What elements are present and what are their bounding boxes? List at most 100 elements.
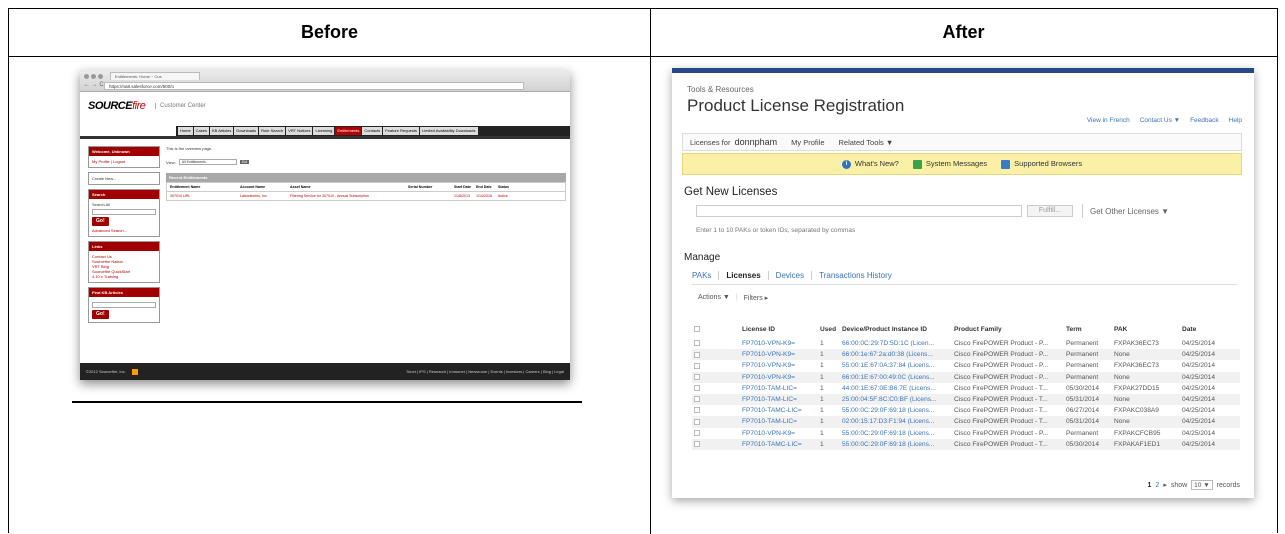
table-row[interactable]: FP7010-VPN-K9= 1 66:00:1e:67:2a:d0:38 (Lic… bbox=[692, 349, 1240, 361]
device-id-link[interactable]: 55:00:0C:29:0F:69:18 (Licens... bbox=[840, 427, 952, 439]
tab-transactions-history[interactable]: Transactions History bbox=[811, 271, 899, 280]
create-new-select[interactable]: Create New... bbox=[89, 173, 159, 184]
tab-paks[interactable]: PAKs bbox=[692, 271, 718, 280]
row-checkbox[interactable] bbox=[692, 360, 740, 372]
row-checkbox[interactable] bbox=[692, 382, 740, 394]
table-row[interactable]: FP7010-TAM-LIC= 1 44:00:1E:67:0E:B6:7E (Li… bbox=[692, 382, 1240, 394]
table-row[interactable]: 307010 URL Laboratories, Inc. Filtering Se… bbox=[167, 192, 565, 200]
row-checkbox[interactable] bbox=[692, 416, 740, 428]
row-checkbox[interactable] bbox=[692, 438, 740, 450]
kb-search-input[interactable] bbox=[92, 302, 156, 308]
menu-item[interactable]: VRT Notices bbox=[286, 127, 313, 135]
sidebar-link[interactable]: 4.10.x Training bbox=[92, 274, 156, 279]
device-id-link[interactable]: 66:00:0C:29:7D:5D:1C (Licen... bbox=[840, 338, 952, 350]
device-id-link[interactable]: 55:00:1E:67:0A:37:84 (Licens... bbox=[840, 360, 952, 372]
fulfill-button[interactable]: Fulfill... bbox=[1027, 205, 1073, 217]
license-id-link[interactable]: FP7010-TAMC-LIC= bbox=[740, 405, 818, 417]
profile-links[interactable]: My Profile | Logout bbox=[89, 156, 159, 167]
tab-devices[interactable]: Devices bbox=[767, 271, 811, 280]
search-scope-select[interactable]: Search All bbox=[92, 202, 156, 207]
select-all-checkbox[interactable] bbox=[692, 320, 740, 338]
nav-arrows-icon[interactable]: ← → C bbox=[84, 82, 104, 88]
menu-item[interactable]: Licensing bbox=[313, 127, 335, 135]
top-link[interactable]: Feedback bbox=[1190, 117, 1219, 124]
pak-input[interactable] bbox=[696, 205, 1022, 217]
url-bar[interactable]: https://na8.salesforce.com/500/o bbox=[104, 82, 524, 90]
row-checkbox[interactable] bbox=[692, 427, 740, 439]
menu-item[interactable]: Entitlements bbox=[335, 127, 362, 135]
table-row[interactable]: FP7010-VPN-K9= 1 55:00:1E:67:0A:37:84 (Lic… bbox=[692, 360, 1240, 372]
table-row[interactable]: FP7010-VPN-K9= 1 66:00:0C:29:7D:5D:1C (Lic… bbox=[692, 338, 1240, 350]
table-cell: 1 bbox=[818, 393, 840, 406]
get-other-licenses-menu[interactable]: Get Other Licenses ▼ bbox=[1090, 207, 1169, 216]
related-tools-menu[interactable]: Related Tools ▼ bbox=[839, 138, 894, 147]
menu-item[interactable]: Feature Requests bbox=[383, 127, 419, 135]
device-id-link[interactable]: 55:00:0C:29:0F:69:18 (Licens... bbox=[840, 438, 952, 450]
menu-item[interactable]: Downloads bbox=[234, 127, 259, 135]
license-id-link[interactable]: FP7010-VPN-K9= bbox=[740, 360, 818, 372]
menu-item[interactable]: Rule Search bbox=[259, 127, 286, 135]
system-messages-link[interactable]: System Messages bbox=[912, 159, 987, 169]
whats-new-link[interactable]: i What's New? bbox=[841, 159, 899, 169]
menu-item[interactable]: Home bbox=[178, 127, 193, 135]
view-select[interactable]: All Entitlements bbox=[178, 159, 237, 165]
table-row[interactable]: FP7010-TAMC-LIC= 1 55:00:0C:29:0F:69:18 (L… bbox=[692, 405, 1240, 417]
table-row[interactable]: FP7010-TAM-LIC= 1 25:00:04:5F:8C:C0:BF (Li… bbox=[692, 393, 1240, 406]
top-link[interactable]: View in French bbox=[1087, 117, 1130, 124]
license-id-link[interactable]: FP7010-TAM-LIC= bbox=[740, 393, 818, 406]
tab-licenses[interactable]: Licenses bbox=[718, 271, 767, 280]
footer-links[interactable]: Snort | IPS | Research | Immunet | Newsr… bbox=[406, 369, 564, 374]
filters-menu[interactable]: Filters ▸ bbox=[744, 294, 769, 302]
browser-tab[interactable]: Entitlements: Home ~ Cus bbox=[110, 72, 200, 80]
license-id-link[interactable]: FP7010-TAM-LIC= bbox=[740, 382, 818, 394]
license-id-link[interactable]: FP7010-VPN-K9= bbox=[740, 371, 818, 383]
top-link[interactable]: Help bbox=[1229, 117, 1242, 124]
device-id-link[interactable]: 25:00:04:5F:8C:C0:BF (Licens... bbox=[840, 393, 952, 406]
search-go-button[interactable]: Go! bbox=[92, 217, 109, 226]
table-row[interactable]: FP7010-TAM-LIC= 1 02:00:15:17:D3:F1:94 (Li… bbox=[692, 416, 1240, 428]
device-id-link[interactable]: 66:00:1e:67:2a:d0:38 (Licens... bbox=[840, 349, 952, 361]
table-row[interactable]: FP7010-TAMC-LIC= 1 55:00:0C:29:0F:69:18 (L… bbox=[692, 438, 1240, 450]
view-go-button[interactable]: Go! bbox=[239, 160, 250, 164]
row-checkbox[interactable] bbox=[692, 338, 740, 350]
top-link[interactable]: Contact Us ▼ bbox=[1140, 117, 1180, 124]
page-2-link[interactable]: 2 bbox=[1155, 482, 1159, 489]
row-checkbox[interactable] bbox=[692, 371, 740, 383]
page-1-link[interactable]: 1 bbox=[1148, 482, 1152, 489]
row-checkbox[interactable] bbox=[692, 393, 740, 406]
column-header[interactable]: Date bbox=[1180, 320, 1240, 338]
device-id-link[interactable]: 66:00:1E:67:00:49:0C (Licens... bbox=[840, 371, 952, 383]
column-header[interactable]: Term bbox=[1064, 320, 1112, 338]
breadcrumb[interactable]: Tools & Resources bbox=[687, 85, 754, 94]
license-id-link[interactable]: FP7010-VPN-K9= bbox=[740, 427, 818, 439]
kb-go-button[interactable]: Go! bbox=[92, 310, 109, 319]
advanced-search-link[interactable]: Advanced Search... bbox=[92, 228, 156, 233]
my-profile-link[interactable]: My Profile bbox=[791, 138, 824, 147]
column-header[interactable]: Product Family bbox=[952, 320, 1064, 338]
license-id-link[interactable]: FP7010-VPN-K9= bbox=[740, 349, 818, 361]
license-id-link[interactable]: FP7010-TAMC-LIC= bbox=[740, 438, 818, 450]
next-page-icon[interactable]: ▸ bbox=[1163, 481, 1167, 489]
device-id-link[interactable]: 44:00:1E:67:0E:B6:7E (Licens... bbox=[840, 382, 952, 394]
rss-icon[interactable] bbox=[131, 368, 138, 375]
column-header[interactable]: Device/Product Instance ID bbox=[840, 320, 952, 338]
column-header[interactable]: Used bbox=[818, 320, 840, 338]
menu-item[interactable]: Cases bbox=[193, 127, 210, 135]
menu-item[interactable]: KB Articles bbox=[210, 127, 234, 135]
menu-item[interactable]: Limited Availability Downloads bbox=[420, 127, 478, 135]
table-row[interactable]: FP7010-VPN-K9= 1 55:00:0C:29:0F:69:18 (Lic… bbox=[692, 427, 1240, 439]
menu-item[interactable]: Contacts bbox=[362, 127, 383, 135]
column-header[interactable]: PAK bbox=[1112, 320, 1180, 338]
supported-browsers-link[interactable]: Supported Browsers bbox=[1001, 159, 1082, 169]
search-input[interactable] bbox=[92, 209, 156, 215]
column-header[interactable]: License ID bbox=[740, 320, 818, 338]
license-id-link[interactable]: FP7010-TAM-LIC= bbox=[740, 416, 818, 428]
device-id-link[interactable]: 02:00:15:17:D3:F1:94 (Licens... bbox=[840, 416, 952, 428]
actions-menu[interactable]: Actions ▼ bbox=[698, 294, 730, 302]
device-id-link[interactable]: 55:00:0C:29:0F:69:18 (Licens... bbox=[840, 405, 952, 417]
license-id-link[interactable]: FP7010-VPN-K9= bbox=[740, 338, 818, 350]
table-row[interactable]: FP7010-VPN-K9= 1 66:00:1E:67:00:49:0C (Lic… bbox=[692, 371, 1240, 383]
row-checkbox[interactable] bbox=[692, 349, 740, 361]
page-size-select[interactable]: 10 ▼ bbox=[1191, 480, 1213, 490]
row-checkbox[interactable] bbox=[692, 405, 740, 417]
